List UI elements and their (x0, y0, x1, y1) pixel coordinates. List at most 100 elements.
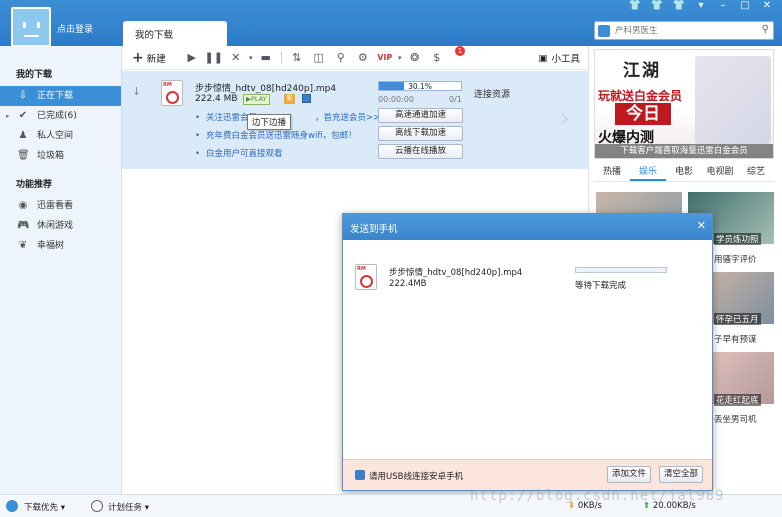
chevron-down-icon[interactable]: ▾ (247, 54, 255, 62)
sidebar-item-trash[interactable]: 🗑 垃圾箱 (0, 146, 121, 166)
sort-icon[interactable]: ⇅ (286, 51, 308, 64)
check-icon: ✔ (18, 110, 28, 121)
skin-icon[interactable]: 👕 (672, 0, 686, 11)
new-task-button[interactable]: + 新建 (132, 50, 166, 66)
sidebar-item-private-space[interactable]: ♟ 私人空间 (0, 126, 121, 146)
tab-variety[interactable]: 综艺 (738, 164, 774, 181)
sidebar-item-label: 私人空间 (37, 131, 74, 141)
play-icon[interactable]: ▶ (181, 51, 203, 64)
download-priority-label: 下载优先 (24, 503, 59, 513)
task-file-name: 步步惊情_hdtv_08[hd240p].mp4 (195, 84, 337, 94)
close-icon[interactable]: ✕ (697, 219, 706, 232)
vip-icon[interactable]: VIP (374, 53, 396, 62)
platinum-watch-link[interactable]: 白金用户可直接观看 (195, 147, 283, 159)
tooltip: 边下边播 (247, 114, 292, 130)
thumbnail-overlay-text: 学员炼功照 (714, 233, 761, 245)
tab-hot[interactable]: 热播 (594, 164, 630, 181)
dialog-footer: 请用USB线连接安卓手机 添加文件 清空全部 (343, 459, 712, 490)
ad-today-text: 今日 (615, 103, 671, 125)
toolbar: + 新建 ▶ ❚❚ ✕ ▾ ▬ ⇅ ◫ ⚲ ⚙ VIP ▾ ❂ $ 1 ▣ 小工… (122, 46, 588, 70)
sidebar-section-title: 功能推荐 (16, 180, 53, 190)
chevron-down-icon[interactable]: ▾ (396, 54, 404, 62)
tab-my-downloads[interactable]: 我的下载 (123, 21, 227, 46)
ad-promo-text: 玩就送白金会员 (598, 89, 683, 103)
delete-icon[interactable]: ✕ (225, 51, 247, 64)
sidebar-item-label: 幸福树 (37, 241, 65, 251)
tools-label: 小工具 (551, 54, 580, 65)
trash-icon: 🗑 (17, 150, 30, 161)
ad-banner[interactable]: 江湖 玩就送白金会员 今日 火爆内测 下载客户端喜取海量迅雷白金会员 (594, 49, 774, 159)
sidebar-item-games[interactable]: 🎮 休闲游戏 (0, 216, 121, 236)
search-icon[interactable]: ⚲ (762, 24, 769, 35)
properties-icon[interactable]: ◫ (308, 51, 330, 64)
chevron-down-icon[interactable]: ▾ (694, 0, 708, 11)
add-file-button[interactable]: 添加文件 (607, 466, 652, 483)
dialog-title: 发送到手机 (350, 224, 398, 235)
high-speed-channel-button[interactable]: 高速通道加速 (378, 108, 463, 123)
play-while-downloading-button[interactable]: ▶PLAY (243, 94, 270, 105)
dialog-header: 发送到手机 ✕ (343, 214, 712, 240)
download-progress-text: 30.1% (408, 82, 432, 91)
sidebar-item-completed[interactable]: ▸ ✔ 已完成(6) (0, 106, 121, 126)
minimize-icon[interactable]: – (716, 0, 730, 11)
ad-caption: 下载客户端喜取海量迅雷白金会员 (595, 144, 773, 158)
search-engine-logo-icon (598, 25, 610, 37)
tab-tv-series[interactable]: 电视剧 (702, 164, 738, 181)
category-tabs: 热播 娱乐 电影 电视剧 综艺 (594, 164, 774, 182)
download-priority-button[interactable]: 下载优先 ▾ (24, 501, 65, 513)
download-icon: ⇩ (18, 90, 28, 101)
transfer-progress-bar (575, 267, 667, 273)
expand-caret-icon[interactable]: ▸ (6, 106, 10, 126)
pause-icon[interactable]: ❚❚ (203, 51, 225, 64)
sidebar-item-happy-tree[interactable]: ❦ 幸福树 (0, 236, 121, 256)
dialog-file-size: 222.4MB (389, 279, 427, 289)
connection-status: 连接资源 (474, 90, 511, 100)
clear-all-button[interactable]: 清空全部 (659, 466, 704, 483)
window-controls: 👕 👕 👕 ▾ – □ ✕ (628, 0, 774, 11)
gear-icon[interactable]: ⚙ (352, 51, 374, 64)
dialog-file-name: 步步惊情_hdtv_08[hd240p].mp4 (389, 268, 523, 278)
scheduled-task-label: 计划任务 (108, 503, 143, 513)
skin-icon[interactable]: 👕 (628, 0, 642, 11)
toolbar-divider (280, 51, 282, 64)
film-icon[interactable]: ❂ (404, 51, 426, 64)
search-input[interactable] (615, 24, 745, 37)
sidebar-item-downloading[interactable]: ⇩ 正在下载 (0, 86, 121, 106)
coin-icon[interactable]: $ (426, 51, 448, 64)
tab-movies[interactable]: 电影 (666, 164, 702, 181)
skin-icon[interactable]: 👕 (650, 0, 664, 11)
offline-download-button[interactable]: 离线下载加速 (378, 126, 463, 141)
platinum-wifi-link[interactable]: 充年费白金会员送迅雷随身wifi，包邮！ (195, 129, 357, 141)
task-row[interactable]: ↓ RM 步步惊情_hdtv_08[hd240p].mp4 222.4 MB ▶… (122, 71, 588, 169)
tab-entertainment[interactable]: 娱乐 (630, 164, 666, 181)
screen-chip-icon[interactable] (302, 94, 311, 103)
sidebar-item-xunlei-kankan[interactable]: ◉ 迅雷看看 (0, 196, 121, 216)
clock-icon[interactable] (91, 500, 103, 512)
sidebar-item-label: 垃圾箱 (37, 151, 65, 161)
thumbnail-caption: 丢坐男司机 (714, 415, 757, 425)
search-box[interactable]: ⚲ (594, 21, 774, 40)
download-priority-icon[interactable] (6, 500, 18, 512)
ad-logo: 江湖 (623, 61, 661, 81)
search-icon[interactable]: ⚲ (330, 51, 352, 64)
avatar[interactable] (11, 7, 51, 47)
close-icon[interactable]: ✕ (760, 0, 774, 11)
thumbnail-overlay-text: 怀孕已五月 (714, 313, 761, 325)
file-type-tag: RM (163, 82, 172, 88)
chevron-right-icon[interactable]: › (559, 101, 570, 134)
sidebar-item-label: 休闲游戏 (37, 221, 74, 231)
login-link[interactable]: 点击登录 (57, 22, 93, 35)
video-chip-icon[interactable]: 影 (284, 94, 295, 104)
scheduled-task-button[interactable]: 计划任务 ▾ (108, 501, 149, 513)
play-ring-icon (360, 275, 373, 288)
download-progress-bar: 30.1% (378, 81, 462, 91)
member-link-suffix: ，首充送会员>> (315, 113, 381, 123)
maximize-icon[interactable]: □ (738, 0, 752, 11)
tools-button[interactable]: ▣ 小工具 (539, 51, 581, 66)
notification-badge: 1 (455, 46, 465, 56)
folder-icon[interactable]: ▬ (255, 51, 277, 64)
resource-count: 0/1 (449, 95, 462, 104)
cloud-play-button[interactable]: 云播在线播放 (378, 144, 463, 159)
video-file-icon: RM (161, 80, 183, 106)
play-label: PLAY (251, 95, 267, 103)
